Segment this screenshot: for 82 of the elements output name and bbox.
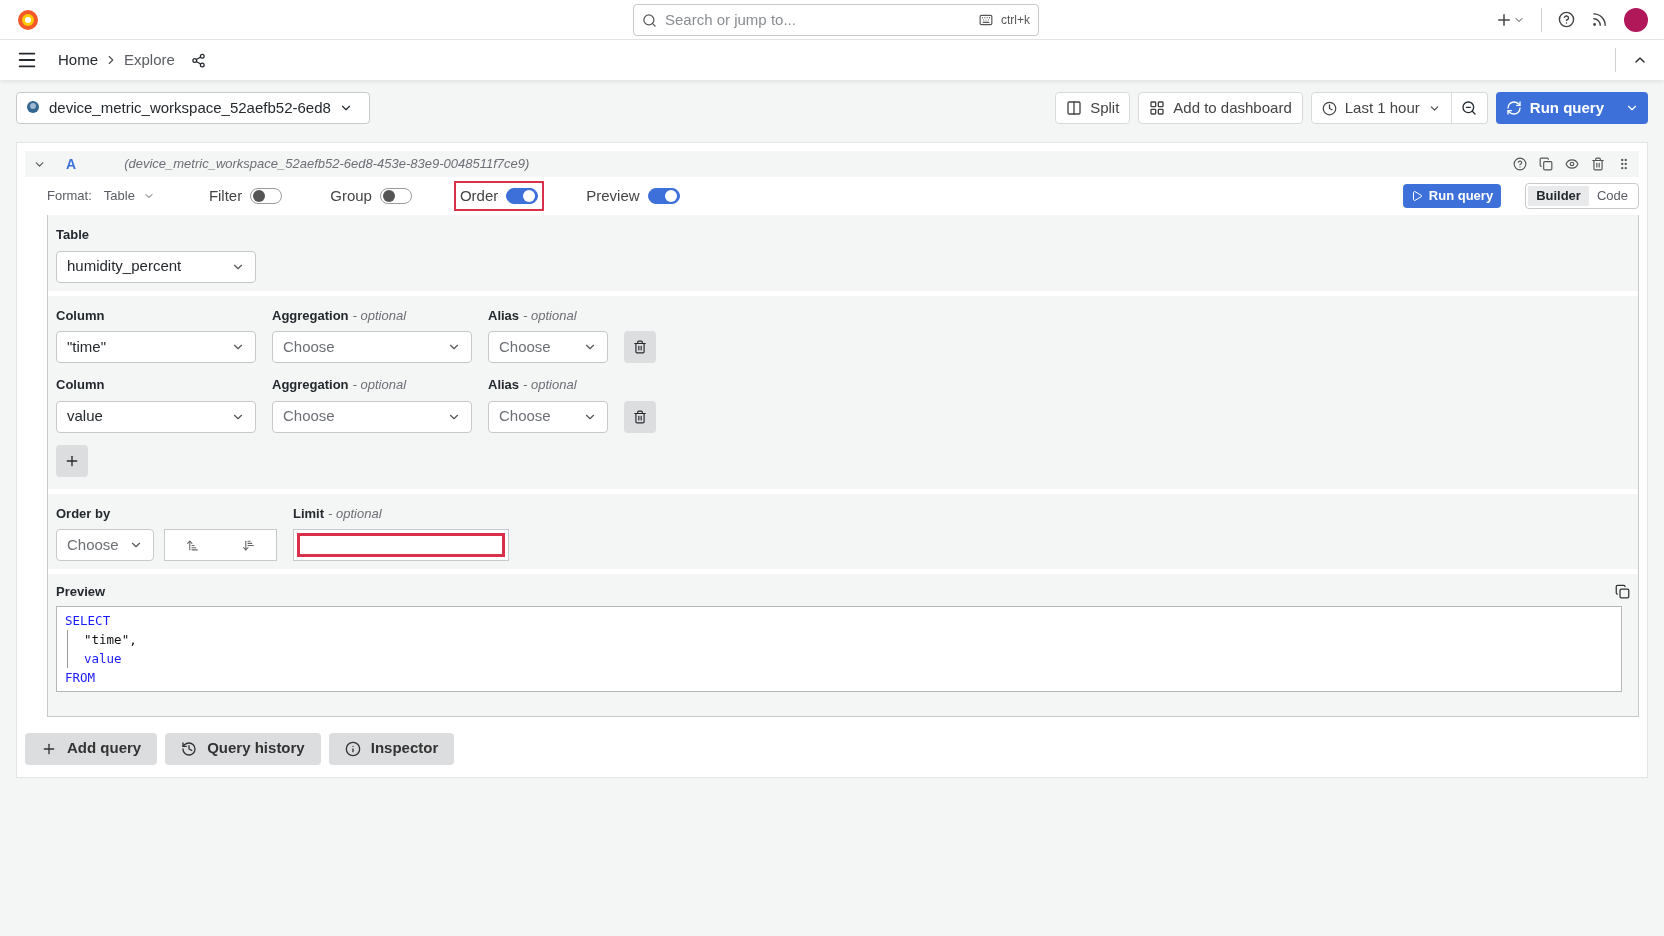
trash-icon[interactable] [1591,157,1605,171]
aggregation-select[interactable]: Choose [272,331,472,363]
breadcrumb-link[interactable]: Explore [124,48,175,72]
add-column-button[interactable] [56,444,88,477]
footer-button[interactable]: Add query [25,732,158,765]
search-placeholder: Search or jump to... [665,9,797,30]
code-line: "time", [67,629,137,649]
code-line: FROM [65,668,96,687]
field-label: Aggregation [272,306,349,325]
database-icon [25,100,41,116]
clock-icon [1321,100,1337,116]
field-label: Alias [488,306,520,325]
alias-select[interactable]: Choose [488,400,608,433]
zoom-out-button[interactable] [1451,92,1488,124]
datasource-picker[interactable]: device_metric_workspace_52aefb52-6ed8 [16,92,370,124]
history-icon [181,740,198,757]
column-select[interactable]: "time" [56,331,256,363]
info-icon [344,740,361,757]
field-label: Column [56,306,105,325]
copy-icon[interactable] [1615,584,1630,600]
code-line: value [67,648,122,668]
field-label: Limit [293,504,325,523]
footer-button[interactable]: Inspector [328,732,455,765]
eye-icon[interactable] [1565,157,1579,171]
user-avatar[interactable] [1624,7,1648,32]
delete-button[interactable] [624,331,656,363]
help-icon[interactable] [1558,11,1575,28]
field-label: Column [56,376,105,394]
labeled-toggle[interactable]: Filter [202,180,289,212]
footer-button[interactable]: Query history [165,732,321,765]
mode-tab[interactable]: Builder [1528,186,1589,206]
run-query-button[interactable]: Run query [1495,92,1616,124]
zoom-out-icon [1461,100,1478,116]
duplicate-icon[interactable] [1539,157,1553,171]
labeled-toggle[interactable]: Order [453,180,545,212]
query-letter: A [66,154,77,174]
field-label: Table [56,226,89,244]
share-icon[interactable] [190,52,206,68]
breadcrumb-link[interactable]: Home [58,48,98,72]
field-hint: - optional [352,376,407,394]
labeled-toggle[interactable]: Preview [580,180,686,212]
help-icon[interactable] [1513,157,1527,171]
sort-ascending-icon [186,538,200,552]
column-select[interactable]: value [56,400,256,433]
field-hint: - optional [328,504,382,523]
preview-label: Preview [56,583,106,601]
format-label: Format: [47,187,92,206]
field-hint: - optional [523,376,577,394]
limit-field[interactable] [297,533,505,557]
labeled-toggle[interactable]: Group [324,180,418,212]
play-icon [1410,190,1423,202]
grid-icon [1149,100,1166,116]
split-icon [1066,100,1083,116]
split-button[interactable]: Split [1055,92,1131,124]
news-feed-icon[interactable] [1591,11,1608,28]
refresh-icon [1505,100,1522,116]
search-field[interactable]: Search or jump to... ctrl+k [633,4,1039,36]
search-icon [642,12,657,28]
field-hint: - optional [352,306,407,325]
aggregation-select[interactable]: Choose [272,400,472,433]
field-label: Aggregation [272,376,349,394]
code-line: SELECT [65,611,111,630]
field-label: Order by [56,504,111,523]
trash-icon [633,340,647,354]
format-select[interactable]: Table [103,186,155,206]
field-label: Alias [488,376,520,394]
query-source: (device_metric_workspace_52aefb52-6ed8-453e-83e9-0048511f7ce9) [124,155,530,174]
logo-icon[interactable] [16,7,40,32]
keyboard-icon [979,13,993,27]
shortcut-hint: ctrl+k [1001,12,1030,29]
mode-tab[interactable]: Code [1588,186,1636,206]
trash-icon [633,409,647,424]
add-to-dashboard-button[interactable]: Add to dashboard [1138,92,1303,124]
datasource-name: device_metric_workspace_52aefb52-6ed8 [49,97,331,118]
run-query-button[interactable]: Run query [1402,184,1502,208]
order-by-select[interactable]: Choose [56,529,154,561]
time-range-picker[interactable]: Last 1 hour [1310,92,1452,124]
dropdown-field[interactable]: humidity_percent [56,250,256,283]
field-hint: - optional [523,306,577,325]
alias-select[interactable]: Choose [488,331,608,363]
sort-descending-icon [241,538,255,552]
delete-button[interactable] [624,400,656,433]
